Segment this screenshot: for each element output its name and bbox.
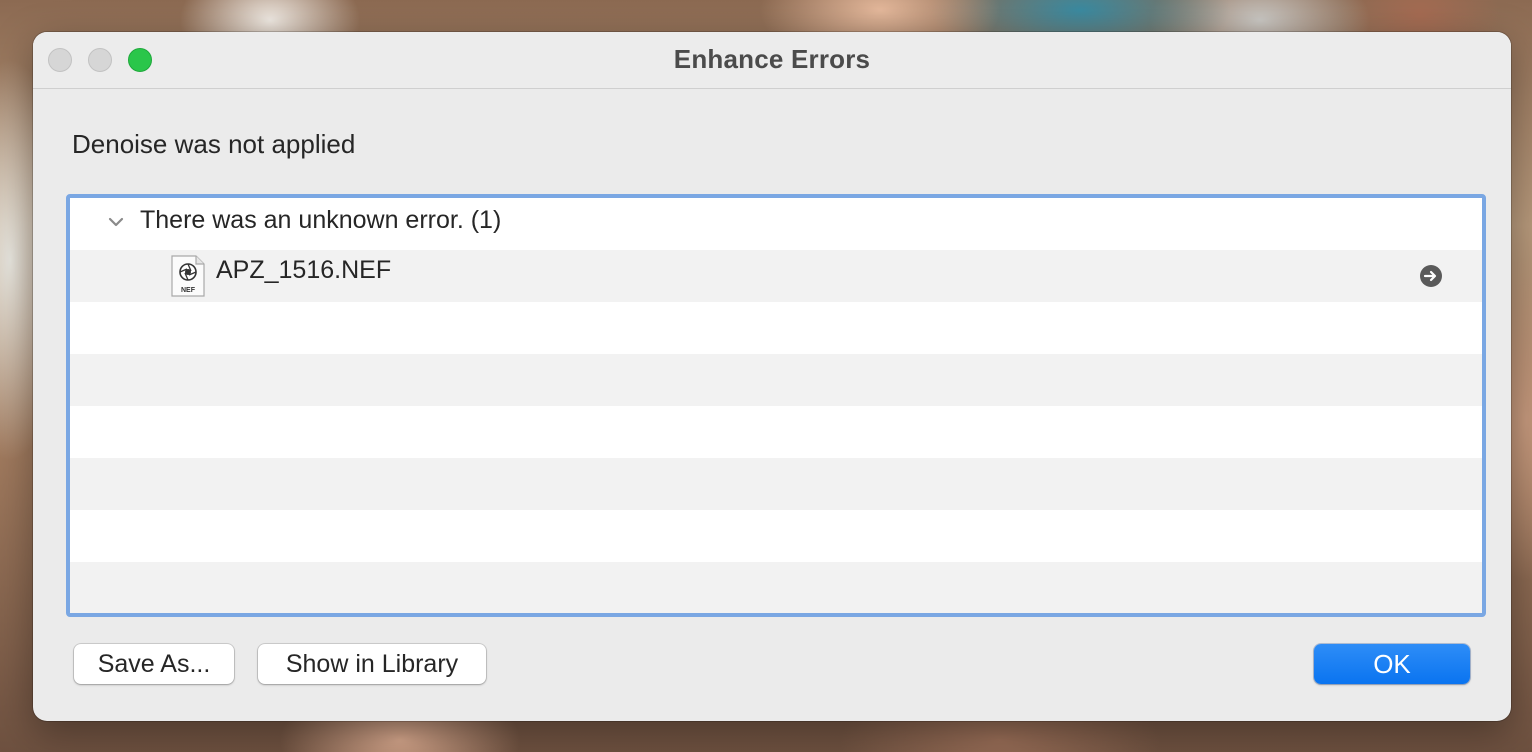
ok-button[interactable]: OK xyxy=(1314,644,1470,684)
chevron-down-icon[interactable] xyxy=(106,212,126,232)
file-name: APZ_1516.NEF xyxy=(216,256,392,284)
error-group-label: There was an unknown error. (1) xyxy=(140,206,502,234)
nef-file-icon: NEF xyxy=(171,255,205,297)
error-message: Denoise was not applied xyxy=(72,129,356,159)
empty-list-row xyxy=(70,354,1482,406)
arrow-right-circle-icon[interactable] xyxy=(1419,264,1443,288)
empty-list-row xyxy=(70,458,1482,510)
enhance-errors-dialog: Enhance Errors Denoise was not applied T… xyxy=(33,32,1511,721)
save-as-button[interactable]: Save As... xyxy=(74,644,234,684)
show-in-library-button[interactable]: Show in Library xyxy=(258,644,486,684)
empty-list-row xyxy=(70,406,1482,458)
empty-list-row xyxy=(70,510,1482,562)
file-row[interactable]: NEF APZ_1516.NEF xyxy=(70,250,1482,302)
nef-badge-text: NEF xyxy=(181,287,196,294)
error-group-row[interactable]: There was an unknown error. (1) xyxy=(70,198,1482,250)
error-list[interactable]: There was an unknown error. (1) NEF APZ_… xyxy=(66,194,1486,617)
empty-list-row xyxy=(70,562,1482,613)
empty-list-row xyxy=(70,302,1482,354)
window-title: Enhance Errors xyxy=(673,44,871,74)
title-bar: Enhance Errors xyxy=(33,32,1511,89)
